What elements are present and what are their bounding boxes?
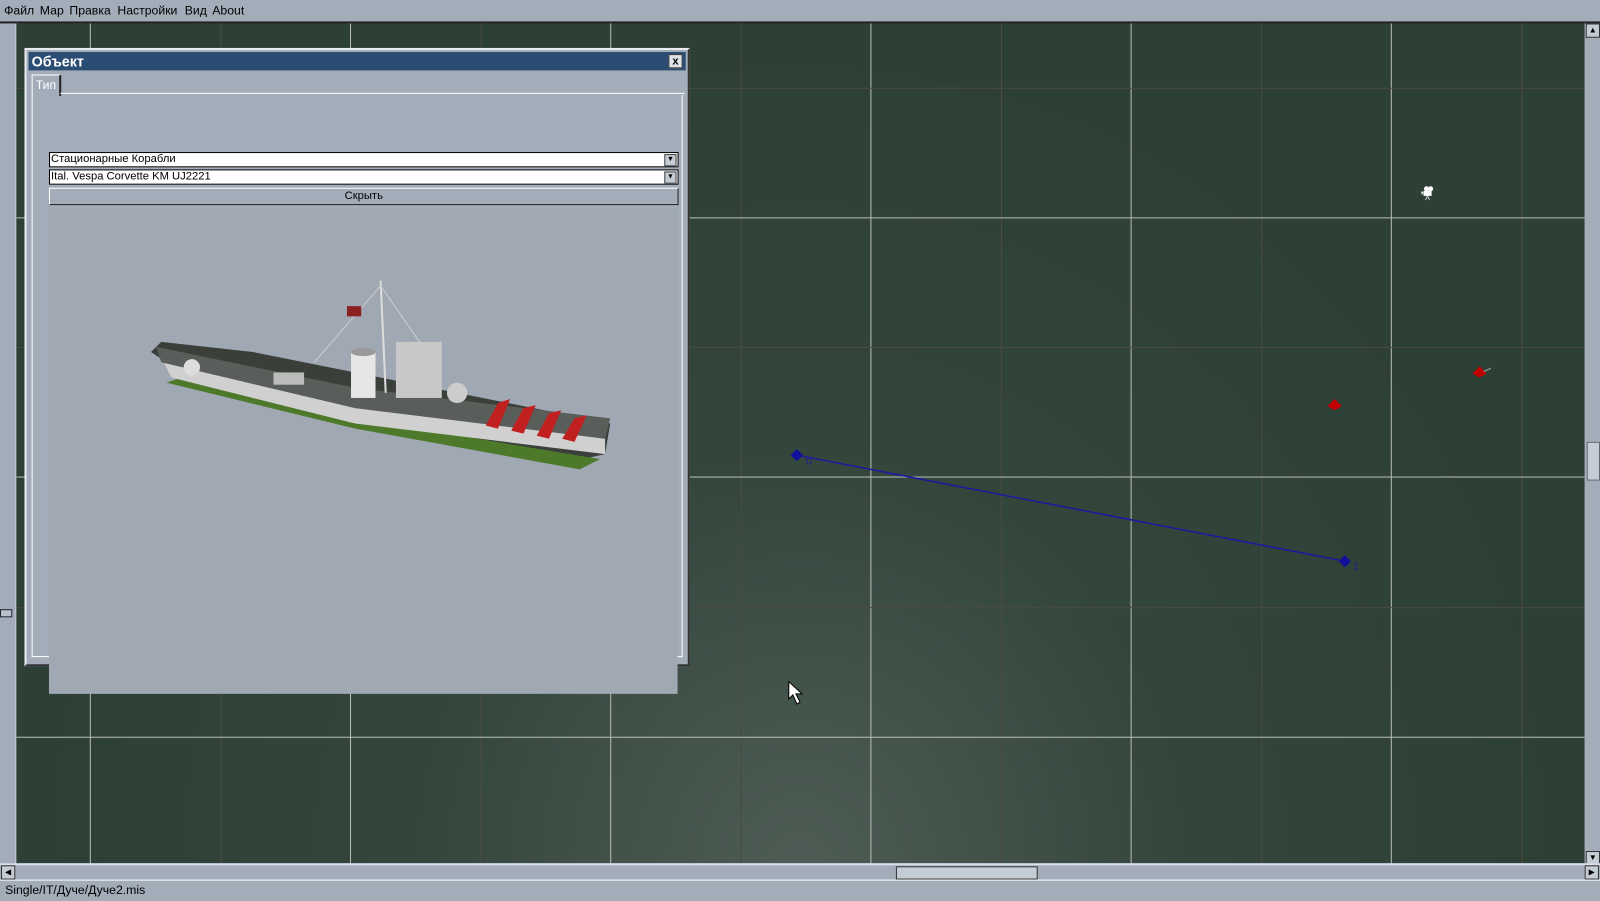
waypoint-1-label: 1 (1353, 561, 1359, 573)
dialog-titlebar[interactable]: Объект x (28, 52, 686, 71)
menu-view[interactable]: Вид (185, 3, 207, 17)
menu-edit[interactable]: Правка (69, 3, 110, 17)
scroll-left-arrow-icon[interactable]: ◀ (1, 865, 16, 880)
left-scrollbar-thumb[interactable] (0, 609, 13, 618)
mouse-cursor-icon (788, 680, 804, 705)
bottom-scrollbar-thumb[interactable] (895, 866, 1038, 880)
scroll-right-arrow-icon[interactable]: ▶ (1584, 865, 1599, 880)
tab-type[interactable]: Тип (31, 74, 62, 96)
menu-settings[interactable]: Настройки (117, 3, 177, 17)
hide-button[interactable]: Скрыть (48, 187, 679, 206)
status-bar: Single/IT/Дуче/Дуче2.mis (0, 879, 1600, 901)
left-scrollbar[interactable] (0, 23, 18, 866)
category-select[interactable]: Стационарные Корабли ▼ (48, 152, 679, 168)
right-scrollbar-thumb[interactable] (1586, 441, 1600, 481)
chevron-down-icon[interactable]: ▼ (664, 171, 677, 184)
object-select[interactable]: Ital. Vespa Corvette KM UJ2221 ▼ (48, 169, 679, 185)
tab-divider (60, 92, 685, 94)
menu-bar: Файл Мар Правка Настройки Вид About (0, 0, 1600, 24)
waypoint-1-marker[interactable] (1338, 555, 1352, 568)
dialog-title: Объект (31, 53, 84, 70)
heading-indicator (1483, 367, 1492, 372)
category-select-value: Стационарные Корабли (51, 153, 176, 166)
close-button[interactable]: x (668, 54, 683, 69)
chevron-down-icon[interactable]: ▼ (664, 154, 677, 167)
menu-about[interactable]: About (212, 3, 244, 17)
object-preview (48, 209, 678, 694)
menu-map[interactable]: Мар (40, 3, 64, 17)
menu-file[interactable]: Файл (4, 3, 34, 17)
type-panel: Стационарные Корабли ▼ Ital. Vespa Corve… (31, 94, 683, 694)
waypoint-0-marker[interactable] (790, 448, 804, 462)
waypoint-0-label: 0 (806, 456, 812, 468)
mission-path: Single/IT/Дуче/Дуче2.mis (5, 882, 146, 897)
bottom-scrollbar[interactable]: ◀ ▶ (0, 863, 1600, 880)
right-scrollbar[interactable]: ▲ ▼ (1584, 23, 1600, 866)
scroll-up-arrow-icon[interactable]: ▲ (1585, 23, 1600, 38)
object-dialog: Объект x Тип Стационарные Корабли ▼ Ital… (24, 47, 690, 694)
object-select-value: Ital. Vespa Corvette KM UJ2221 (51, 170, 211, 183)
route-line (796, 454, 1346, 562)
enemy-ship-marker[interactable] (1472, 366, 1487, 378)
camera-icon[interactable] (1421, 186, 1434, 201)
enemy-ship-marker[interactable] (1327, 398, 1342, 411)
ship-model-image (151, 280, 611, 470)
